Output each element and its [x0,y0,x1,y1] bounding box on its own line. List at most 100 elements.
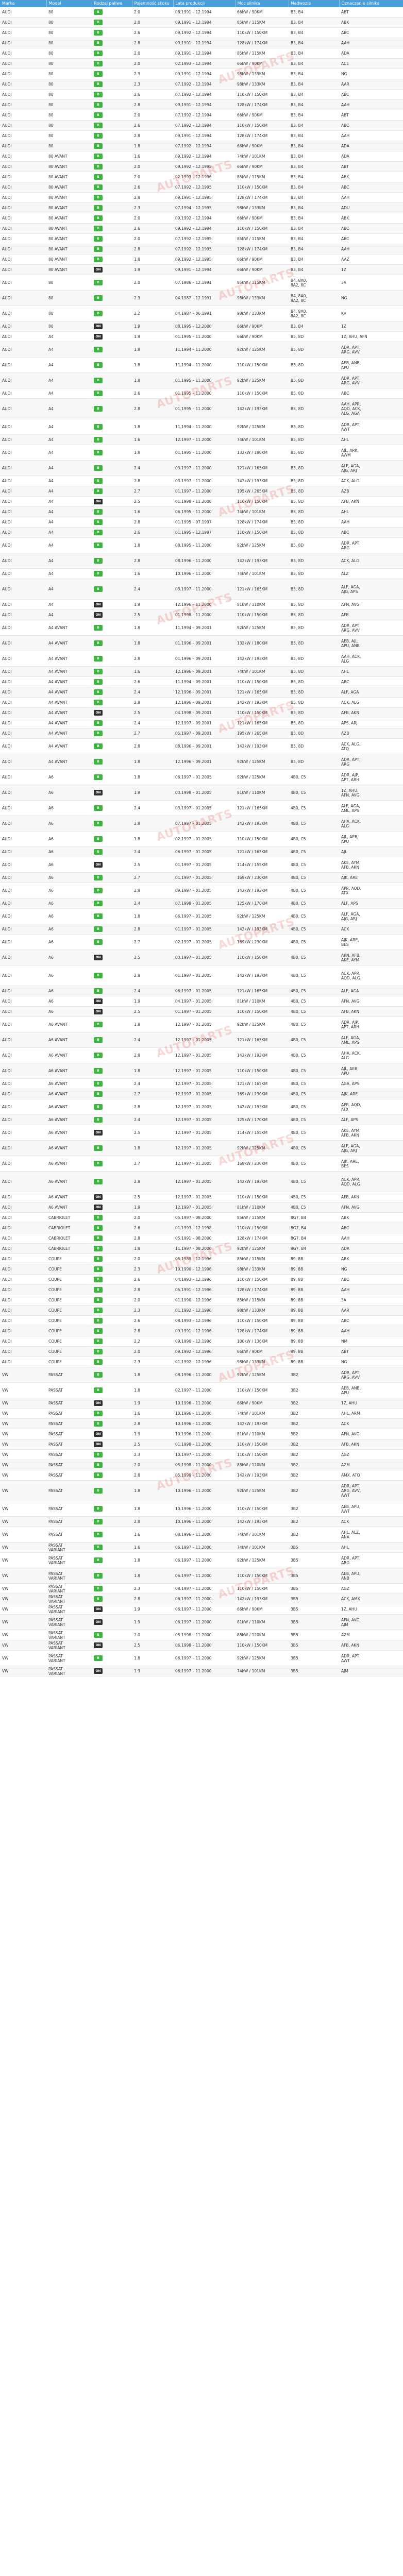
table-row[interactable]: AUDI 80 B 2.6 07.1992 – 12.1994 110kW / 150KM… [0,89,403,100]
table-row[interactable]: AUDI A4 B 2.7 01.1997 – 11.2000 195kW / 265KM… [0,486,403,497]
table-row[interactable]: AUDI COUPE B 2.0 05.1989 – 12.1996 85kW / 115… [0,1253,403,1264]
table-row[interactable]: AUDI A4 B 1.6 12.1997 – 11.2000 74kW / 101KM B… [0,434,403,445]
table-row[interactable]: AUDI A4 B 1.6 06.1995 – 11.2000 74kW / 101KM B… [0,506,403,517]
table-row[interactable]: AUDI A4 B 1.6 10.1996 – 11.2000 74kW / 101KM B… [0,568,403,579]
table-row[interactable]: AUDI 80 AVANT B 2.0 02.1993 – 12.1996 85kW / … [0,172,403,182]
table-row[interactable]: AUDI A4 B 1.8 01.1995 – 11.2000 132kW / 180KM… [0,445,403,461]
col-header-body[interactable]: Nadwozie [289,0,340,7]
table-row[interactable]: AUDI 80 B 2.6 07.1992 – 12.1994 110kW / 150KM… [0,120,403,131]
table-row[interactable]: VW PASSAT B 1.6 08.1996 – 11.2000 74kW / 101K… [0,1527,403,1543]
table-row[interactable]: AUDI CABRIOLET B 2.6 01.1993 – 12.1998 110kW … [0,1223,403,1233]
col-header-model[interactable]: Model [46,0,92,7]
table-row[interactable]: AUDI 80 B 2.0 08.1991 – 12.1994 66kW / 90KM B3… [0,7,403,18]
table-row[interactable]: AUDI COUPE B 2.6 08.1993 – 12.1996 110kW / 15… [0,1315,403,1326]
table-row[interactable]: AUDI A6 ON 2.5 01.1997 – 01.2005 110kW / 150K… [0,1006,403,1017]
table-row[interactable]: AUDI A4 AVANT B 1.8 11.1994 – 09.2001 92kW / … [0,620,403,636]
table-row[interactable]: VW PASSAT B 1.8 10.1996 – 11.2000 92kW / 125K… [0,1480,403,1501]
table-row[interactable]: AUDI COUPE B 2.6 04.1993 – 12.1996 110kW / 15… [0,1274,403,1285]
table-row[interactable]: AUDI 80 B 2.8 09.1991 – 12.1994 128kW / 174KM… [0,99,403,110]
table-row[interactable]: AUDI A4 B 2.6 01.1995 – 12.1997 110kW / 150KM… [0,527,403,538]
table-row[interactable]: AUDI COUPE B 2.3 01.1992 – 12.1996 98kW / 133… [0,1305,403,1316]
table-row[interactable]: AUDI 80 AVANT B 2.0 09.1992 – 12.1994 66kW / … [0,213,403,224]
table-row[interactable]: AUDI CABRIOLET B 2.0 05.1997 – 08.2000 85kW /… [0,1212,403,1223]
col-header-power[interactable]: Moc silnika [235,0,289,7]
table-row[interactable]: AUDI 80 B 2.3 07.1992 – 12.1994 98kW / 133KM B… [0,79,403,90]
table-row[interactable]: AUDI 80 B 2.0 07.1986 – 12.1991 85kW / 115KM B… [0,275,403,291]
table-row[interactable]: AUDI A6 B 2.8 01.1997 – 01.2005 142kW / 193KM… [0,965,403,986]
table-row[interactable]: AUDI 80 AVANT B 2.3 07.1994 – 12.1995 98kW / … [0,202,403,213]
table-row[interactable]: AUDI 80 B 2.0 09.1991 – 12.1994 85kW / 115KM B… [0,48,403,59]
table-row[interactable]: AUDI A6 AVANT B 2.7 12.1997 – 01.2005 169kW /… [0,1156,403,1172]
table-row[interactable]: AUDI A4 AVANT B 2.4 12.1996 – 09.2001 121kW /… [0,687,403,698]
table-row[interactable]: AUDI A4 B 2.8 08.1996 – 11.2000 142kW / 193KM… [0,553,403,569]
table-row[interactable]: VW PASSAT B 1.8 10.1996 – 11.2000 110kW / 150… [0,1501,403,1517]
table-row[interactable]: AUDI A4 B 2.8 03.1997 – 11.2000 142kW / 193KM… [0,476,403,486]
table-row[interactable]: AUDI A6 AVANT B 2.8 12.1997 – 01.2005 142kW /… [0,1099,403,1115]
table-row[interactable]: AUDI COUPE B 2.8 09.1991 – 12.1996 128kW / 17… [0,1326,403,1336]
table-row[interactable]: AUDI A6 AVANT B 2.7 12.1997 – 01.2005 169kW /… [0,1089,403,1099]
table-row[interactable]: AUDI A6 B 1.8 02.1997 – 01.2005 110kW / 150KM… [0,831,403,847]
table-row[interactable]: AUDI 80 B 2.3 04.1987 – 12.1991 98kW / 133KM B… [0,290,403,306]
table-row[interactable]: AUDI A4 AVANT B 2.8 12.1996 – 09.2001 142kW /… [0,697,403,708]
table-row[interactable]: AUDI A6 B 2.8 09.1997 – 01.2005 142kW / 193KM… [0,883,403,899]
table-row[interactable]: AUDI COUPE B 2.0 01.1990 – 12.1996 85kW / 115… [0,1295,403,1306]
col-header-engine[interactable]: Oznaczenie silnika [339,0,403,7]
table-row[interactable]: AUDI COUPE B 2.2 09.1990 – 12.1996 100kW / 13… [0,1336,403,1347]
table-row[interactable]: AUDI 80 AVANT B 2.0 09.1992 – 12.1995 66kW / … [0,161,403,172]
table-row[interactable]: AUDI A6 AVANT B 1.8 12.1997 – 01.2005 92kW / … [0,1016,403,1032]
table-row[interactable]: AUDI A4 AVANT B 1.8 12.1996 – 09.2001 92kW / … [0,754,403,770]
table-row[interactable]: AUDI A4 AVANT B 2.6 11.1994 – 09.2001 110kW /… [0,676,403,687]
table-row[interactable]: AUDI 80 B 1.8 07.1992 – 12.1994 66kW / 90KM B3… [0,141,403,151]
table-row[interactable]: AUDI 80 AVANT B 2.8 07.1992 – 12.1995 128kW /… [0,244,403,255]
table-row[interactable]: AUDI A4 B 1.8 01.1995 – 11.2000 92kW / 125KM B… [0,372,403,388]
table-row[interactable]: AUDI A4 AVANT B 2.7 05.1997 – 09.2001 195kW /… [0,728,403,739]
table-row[interactable]: VW PASSAT VARIANT ON 1.9 06.1997 – 11.2000 66k… [0,1604,403,1615]
table-row[interactable]: AUDI 80 B 2.0 07.1992 – 12.1994 66kW / 90KM B3… [0,110,403,121]
table-row[interactable]: AUDI A4 AVANT B 1.8 01.1996 – 09.2001 132kW /… [0,635,403,651]
table-row[interactable]: AUDI 80 B 2.8 09.1991 – 12.1994 128kW / 174KM… [0,130,403,141]
table-row[interactable]: AUDI CABRIOLET B 1.8 11.1997 – 08.2000 92kW /… [0,1243,403,1254]
table-row[interactable]: AUDI 80 B 2.0 09.1991 – 12.1994 85kW / 115KM B… [0,17,403,28]
table-row[interactable]: AUDI A4 B 1.8 11.1994 – 11.2000 92kW / 125KM B… [0,419,403,435]
table-row[interactable]: AUDI A6 AVANT B 1.8 12.1997 – 01.2005 110kW /… [0,1063,403,1079]
table-row[interactable]: AUDI COUPE B 2.3 10.1990 – 12.1996 98kW / 133… [0,1264,403,1275]
table-row[interactable]: AUDI A4 B 1.8 11.1994 – 11.2000 92kW / 125KM B… [0,342,403,358]
table-row[interactable]: AUDI 80 ON 1.9 08.1995 – 12.2000 66kW / 90KM B… [0,321,403,332]
table-row[interactable]: AUDI 80 AVANT B 2.6 09.1992 – 12.1994 110kW /… [0,223,403,234]
table-row[interactable]: AUDI A6 B 1.8 06.1997 – 01.2005 92kW / 125KM 4… [0,769,403,785]
table-row[interactable]: AUDI A4 ON 1.9 01.1995 – 11.2000 66kW / 90KM B… [0,331,403,342]
table-row[interactable]: VW PASSAT B 2.8 10.1996 – 11.2000 142kW / 193… [0,1516,403,1527]
table-row[interactable]: AUDI A6 B 2.7 01.1997 – 01.2005 169kW / 230KM… [0,872,403,883]
table-row[interactable]: AUDI A6 AVANT B 2.4 12.1997 – 01.2005 121kW /… [0,1078,403,1089]
table-row[interactable]: VW PASSAT ON 1.9 10.1996 – 11.2000 66kW / 90K… [0,1398,403,1409]
table-row[interactable]: AUDI 80 B 2.2 04.1987 – 06.1991 98kW / 133KM B… [0,306,403,321]
table-row[interactable]: AUDI A4 B 1.8 11.1994 – 11.2000 110kW / 150KM… [0,357,403,373]
table-row[interactable]: AUDI A6 ON 1.9 04.1997 – 01.2005 81kW / 110KM… [0,996,403,1007]
table-row[interactable]: VW PASSAT VARIANT B 1.8 06.1997 – 11.2000 92kW… [0,1552,403,1568]
table-row[interactable]: AUDI A4 B 2.4 03.1997 – 11.2000 121kW / 165KM… [0,579,403,600]
table-row[interactable]: AUDI 80 AVANT B 1.8 09.1992 – 12.1995 66kW / … [0,254,403,265]
table-row[interactable]: VW PASSAT VARIANT B 2.8 06.1997 – 11.2000 142k… [0,1594,403,1604]
table-row[interactable]: AUDI 80 AVANT ON 1.9 09.1991 – 12.1994 66kW /… [0,264,403,275]
table-row[interactable]: AUDI A4 AVANT B 2.8 01.1996 – 09.2001 142kW /… [0,651,403,667]
col-header-years[interactable]: Lata produkcji [173,0,236,7]
table-row[interactable]: AUDI A6 B 2.8 01.1997 – 01.2005 142kW / 193KM… [0,924,403,935]
table-row[interactable]: VW PASSAT VARIANT B 1.6 06.1997 – 11.2000 74kW… [0,1542,403,1553]
table-row[interactable]: VW PASSAT ON 1.9 10.1996 – 11.2000 81kW / 110… [0,1429,403,1439]
table-row[interactable]: AUDI A4 AVANT B 1.6 12.1996 – 09.2001 74kW / … [0,666,403,677]
table-row[interactable]: VW PASSAT B 1.8 02.1997 – 11.2000 110kW / 150… [0,1382,403,1398]
table-row[interactable]: VW PASSAT B 2.0 05.1998 – 11.2000 88kW / 120K… [0,1460,403,1470]
table-row[interactable]: AUDI A6 B 2.7 02.1997 – 01.2005 169kW / 230KM… [0,934,403,950]
table-row[interactable]: AUDI 80 B 2.3 09.1991 – 12.1994 98kW / 133KM B… [0,69,403,79]
table-row[interactable]: AUDI A6 AVANT B 2.4 12.1997 – 01.2005 121kW /… [0,1032,403,1048]
table-row[interactable]: AUDI A6 ON 2.5 01.1997 – 01.2005 114kW / 155K… [0,857,403,873]
table-row[interactable]: AUDI 80 AVANT B 2.6 07.1992 – 12.1995 110kW /… [0,182,403,193]
table-row[interactable]: AUDI A6 B 2.8 07.1997 – 01.2005 142kW / 193KM… [0,816,403,832]
table-row[interactable]: AUDI COUPE B 2.3 01.1992 – 12.1996 98kW / 133… [0,1357,403,1367]
table-row[interactable]: AUDI 80 B 2.0 02.1993 – 12.1994 66kW / 90KM B3… [0,58,403,69]
table-row[interactable]: AUDI A4 B 2.6 01.1995 – 11.2000 110kW / 150KM… [0,388,403,399]
table-row[interactable]: AUDI A6 AVANT B 1.8 12.1997 – 01.2005 92kW / … [0,1140,403,1156]
table-row[interactable]: AUDI A6 B 1.8 06.1997 – 01.2005 92kW / 125KM 4… [0,908,403,924]
table-row[interactable]: AUDI COUPE B 2.8 05.1991 – 12.1996 128kW / 17… [0,1284,403,1295]
table-row[interactable]: AUDI A4 B 1.8 08.1995 – 11.2000 92kW / 125KM B… [0,537,403,553]
